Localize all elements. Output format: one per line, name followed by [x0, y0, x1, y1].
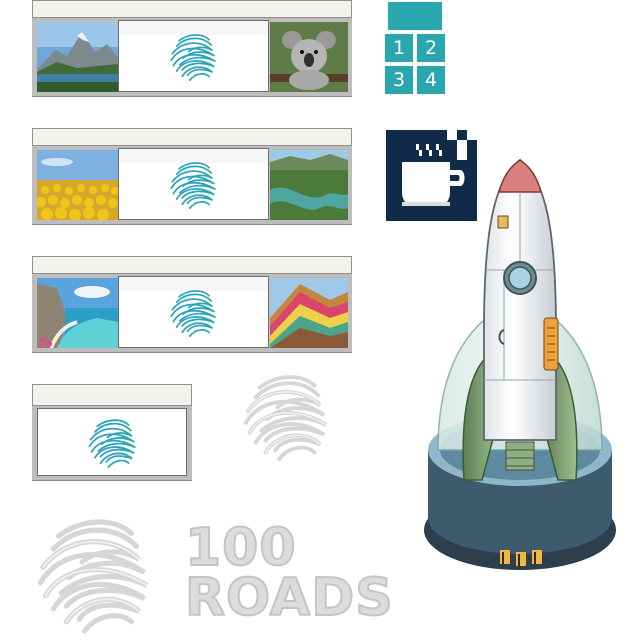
brand-fingerprint-icon	[30, 510, 160, 640]
window-panel-2	[32, 128, 352, 224]
logo-panel	[37, 408, 187, 476]
window-titlebar[interactable]	[32, 0, 352, 18]
logo-panel	[118, 148, 269, 220]
fingerprint-logo-icon	[167, 158, 221, 212]
grid-cell-4[interactable]: 4	[417, 66, 445, 94]
rocket-icon	[424, 158, 616, 570]
grid-header	[388, 2, 442, 30]
fingerprint-logo-icon	[85, 415, 141, 471]
grid-cell-3[interactable]: 3	[385, 66, 413, 94]
window-titlebar[interactable]	[32, 384, 192, 406]
window-panel-3	[32, 256, 352, 352]
beach-coast-photo	[37, 278, 118, 348]
brand-line-2: ROADS	[184, 567, 394, 629]
window-titlebar[interactable]	[32, 256, 352, 274]
window-panel-1	[32, 0, 352, 96]
fingerprint-emblem-icon	[238, 368, 336, 466]
grid-cell-2[interactable]: 2	[417, 34, 445, 62]
window-titlebar[interactable]	[32, 128, 352, 146]
grid-layout-icon[interactable]: 1 2 3 4	[384, 2, 446, 96]
fingerprint-logo-icon	[167, 286, 221, 340]
window-panel-small	[32, 384, 192, 480]
logo-panel	[118, 276, 269, 348]
grid-cell-1[interactable]: 1	[385, 34, 413, 62]
river-canyon-photo	[270, 150, 348, 220]
logo-panel	[118, 20, 269, 92]
rainbow-mountain-photo	[270, 278, 348, 348]
sunflower-field-photo	[37, 150, 118, 220]
fingerprint-logo-icon	[403, 4, 427, 28]
mountain-lake-photo	[37, 22, 118, 92]
fingerprint-logo-icon	[167, 30, 221, 84]
koala-photo	[270, 22, 348, 92]
